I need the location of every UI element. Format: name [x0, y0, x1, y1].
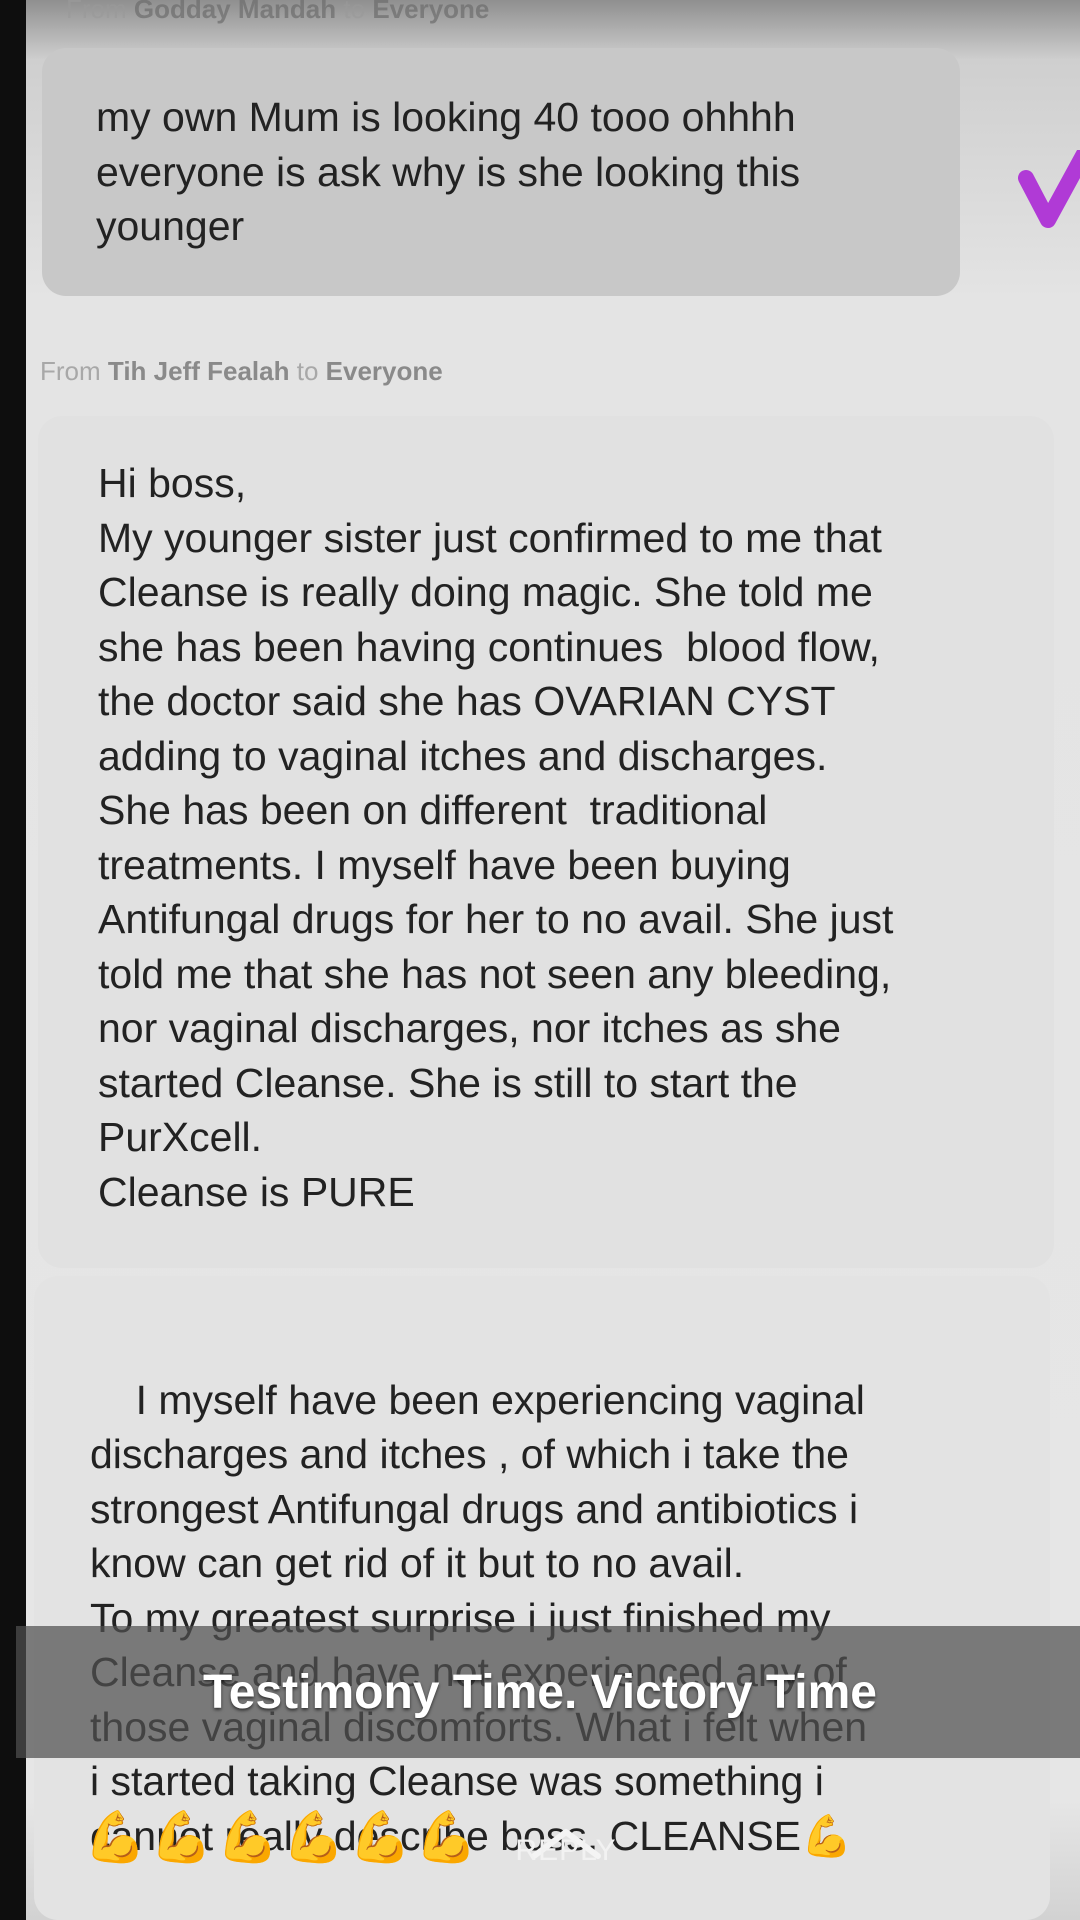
to-label: to [296, 356, 319, 386]
message-bubble-2[interactable]: Hi boss, My younger sister just confirme… [38, 416, 1054, 1268]
flexed-biceps-emoji-row: 💪💪💪💪💪💪 [84, 1809, 482, 1865]
message-3-text: I myself have been experiencing vaginal … [90, 1376, 867, 1859]
recipient-name: Everyone [325, 356, 443, 386]
to-label: to [343, 0, 366, 24]
sender-name: Tih Jeff Fealah [107, 356, 290, 386]
from-label: From [66, 0, 127, 24]
check-mark-icon [1018, 150, 1080, 228]
caption-text: Testimony Time. Victory Time [202, 1665, 877, 1719]
first-message-header: From Godday Mandah to Everyone [66, 0, 489, 25]
message-bubble-1[interactable]: my own Mum is looking 40 tooo ohhhh ever… [42, 48, 960, 296]
from-label: From [40, 356, 101, 386]
reply-button[interactable]: REPLY [511, 1834, 621, 1868]
recipient-name: Everyone [372, 0, 490, 24]
message-2-sender-line: From Tih Jeff Fealah to Everyone [40, 356, 443, 387]
sender-name: Godday Mandah [133, 0, 337, 24]
